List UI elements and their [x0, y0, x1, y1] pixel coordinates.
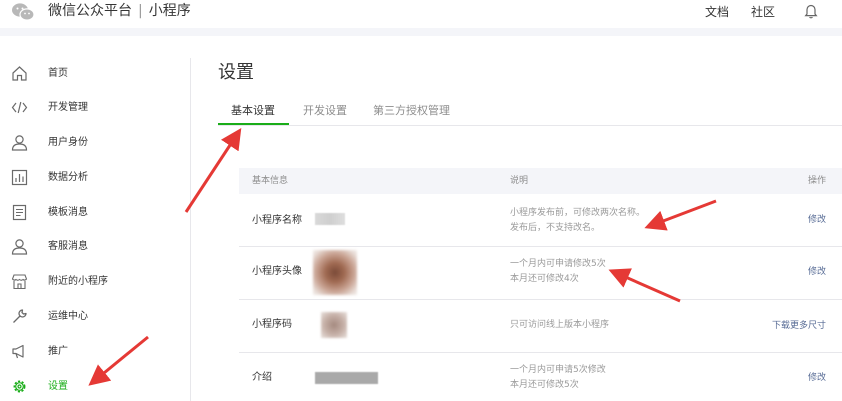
tab-dev-settings[interactable]: 开发设置 [303, 104, 347, 118]
sidebar-item-customer-service[interactable]: 客服消息 [0, 230, 191, 264]
platform-name: 微信公众平台 [48, 3, 132, 19]
sidebar-item-label: 附近的小程序 [48, 276, 108, 287]
row-desc-line1: 只可访问线上版本小程序 [510, 320, 610, 330]
row-label: 小程序码 [252, 319, 292, 330]
tab-third-party-auth[interactable]: 第三方授权管理 [373, 104, 450, 118]
edit-intro-link[interactable]: 修改 [808, 372, 826, 384]
sidebar-item-user-identity[interactable]: 用户身份 [0, 126, 191, 160]
header-description: 说明 [510, 176, 529, 186]
tabs-divider [218, 125, 842, 126]
download-sizes-link[interactable]: 下载更多尺寸 [772, 320, 826, 332]
row-desc-line2: 本月还可修改5次 [510, 380, 579, 390]
redacted-intro-value [315, 372, 378, 384]
row-label: 小程序头像 [252, 266, 302, 277]
chart-icon [11, 169, 28, 186]
sidebar-item-promotion[interactable]: 推广 [0, 335, 191, 369]
table-header: 基本信息 说明 操作 [239, 168, 842, 194]
table-row-name: 小程序名称 小程序发布前，可修改两次名称。 发布后，不支持改名。 修改 [239, 194, 842, 246]
page-title: 设置 [218, 62, 254, 83]
sidebar-item-label: 数据分析 [48, 172, 88, 183]
table-row-code: 小程序码 只可访问线上版本小程序 下载更多尺寸 [239, 300, 842, 352]
tab-basic-settings[interactable]: 基本设置 [231, 104, 275, 118]
sidebar-item-label: 开发管理 [48, 102, 88, 113]
document-icon [12, 204, 27, 221]
community-link[interactable]: 社区 [751, 4, 775, 20]
header-basic-info: 基本信息 [252, 176, 289, 186]
brand-separator: | [138, 3, 143, 19]
code-icon [11, 101, 28, 114]
header-divider-band [0, 28, 842, 36]
store-icon [11, 274, 28, 290]
edit-avatar-link[interactable]: 修改 [808, 266, 826, 278]
sidebar-item-analytics[interactable]: 数据分析 [0, 161, 191, 195]
megaphone-icon [12, 344, 24, 359]
row-desc-line2: 发布后，不支持改名。 [510, 223, 601, 233]
edit-name-link[interactable]: 修改 [808, 214, 826, 226]
blurred-miniprogram-code [321, 312, 347, 338]
sidebar-item-home[interactable]: 首页 [0, 57, 191, 91]
bell-icon[interactable] [804, 3, 818, 19]
header-action: 操作 [807, 176, 826, 186]
top-bar: 微信公众平台 | 小程序 文档 社区 [0, 0, 842, 28]
row-desc-line1: 小程序发布前，可修改两次名称。 [510, 208, 646, 218]
sidebar-item-label: 设置 [48, 381, 68, 392]
support-user-icon [11, 239, 28, 255]
row-desc-line1: 一个月内可申请修改5次 [510, 259, 606, 269]
home-icon [12, 66, 27, 81]
product-name: 小程序 [148, 3, 191, 19]
blurred-avatar-image [313, 250, 357, 295]
row-label: 介绍 [252, 372, 272, 383]
sidebar-item-template-messages[interactable]: 模板消息 [0, 196, 191, 230]
row-desc-line1: 一个月内可申请5次修改 [510, 365, 606, 375]
sidebar-item-nearby-miniprograms[interactable]: 附近的小程序 [0, 265, 191, 299]
table-row-intro: 介绍 一个月内可申请5次修改 本月还可修改5次 修改 [239, 353, 842, 401]
row-label: 小程序名称 [252, 215, 302, 226]
sidebar-item-ops-center[interactable]: 运维中心 [0, 300, 191, 334]
sidebar-item-label: 模板消息 [48, 207, 88, 218]
sidebar-item-label: 推广 [48, 346, 68, 357]
row-desc-line2: 本月还可修改4次 [510, 274, 579, 284]
wrench-icon [13, 309, 27, 323]
sidebar-nav: 首页 开发管理 用户身份 数据分析 模板消息 客服消息 附近的小程序 运维中心 … [0, 36, 191, 401]
sidebar-item-settings[interactable]: 设置 [0, 370, 191, 401]
sidebar-item-label: 运维中心 [48, 311, 88, 322]
user-icon [11, 135, 28, 151]
arrow-to-basic-tab [184, 127, 242, 213]
sidebar-item-dev-management[interactable]: 开发管理 [0, 91, 191, 125]
brand-title: 微信公众平台 | 小程序 [48, 2, 191, 20]
table-row-avatar: 小程序头像 一个月内可申请修改5次 本月还可修改4次 修改 [239, 247, 842, 299]
sidebar-item-label: 首页 [48, 68, 68, 79]
sidebar-item-label: 客服消息 [48, 241, 88, 252]
redacted-name-value [315, 213, 345, 225]
docs-link[interactable]: 文档 [705, 4, 729, 20]
wechat-logo-icon[interactable] [11, 2, 35, 22]
sidebar-divider [190, 58, 191, 401]
sidebar-item-label: 用户身份 [48, 137, 88, 148]
gear-icon [13, 380, 26, 393]
